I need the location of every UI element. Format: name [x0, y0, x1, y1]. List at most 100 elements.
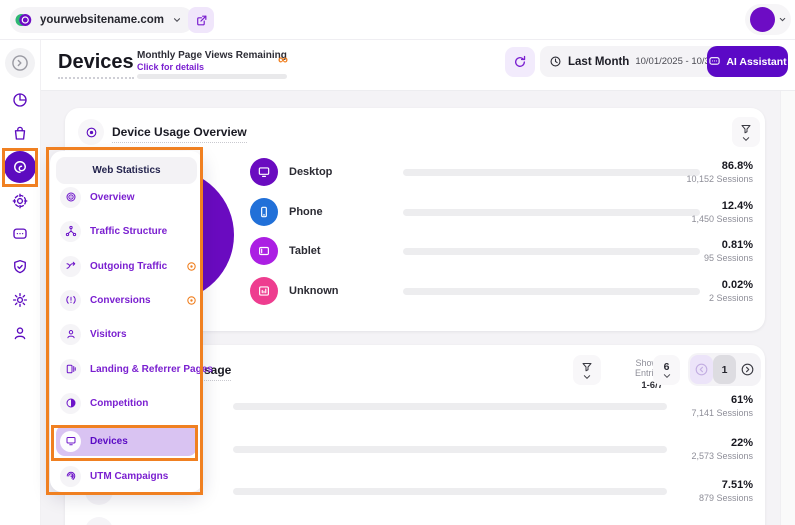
gear-icon — [11, 291, 29, 309]
web-statistics-menu: Web Statistics Overview Traffic Structur… — [50, 151, 203, 492]
device-usage-card-icon — [78, 119, 104, 145]
sidebar-item-messages[interactable] — [5, 219, 35, 249]
target-icon — [11, 192, 29, 210]
device-pct: 0.02% — [709, 279, 753, 291]
device-usage-filter-button[interactable] — [732, 117, 760, 147]
device-stats: 12.4% 1,450 Sessions — [691, 200, 753, 224]
pagination-current-page[interactable]: 1 — [713, 355, 736, 384]
arrow-left-circle-icon — [694, 362, 709, 377]
usage-row: 4.97% — [65, 514, 765, 525]
page-size-selector[interactable]: 6 — [653, 355, 680, 385]
device-pct: 86.8% — [686, 160, 753, 172]
menu-header: Web Statistics — [56, 157, 197, 184]
device-label: Tablet — [289, 245, 321, 257]
chat-bubble-icon — [708, 55, 721, 68]
device-label: Unknown — [289, 285, 339, 297]
sidebar-item-web-statistics[interactable] — [4, 151, 36, 183]
right-edge-panel — [780, 91, 795, 525]
clock-icon — [549, 55, 562, 68]
usage-pct: 61% — [691, 394, 753, 406]
device-sessions: 10,152 Sessions — [686, 174, 753, 184]
usage-sessions: 879 Sessions — [699, 493, 753, 503]
site-selector[interactable]: yourwebsitename.com — [10, 7, 194, 33]
web-statistics-swirl-icon — [11, 158, 29, 176]
page-views-details-link[interactable]: Click for details — [137, 62, 204, 72]
utm-campaigns-icon — [60, 466, 81, 487]
open-site-button[interactable] — [188, 7, 214, 33]
outgoing-traffic-icon — [60, 256, 81, 277]
menu-item-utm-campaigns[interactable]: UTM Campaigns — [60, 462, 168, 490]
outgoing-traffic-badge-icon — [186, 261, 197, 272]
usage-sessions: 2,573 Sessions — [691, 451, 753, 461]
refresh-button[interactable] — [505, 47, 535, 77]
chevron-down-icon — [172, 15, 182, 25]
topbar: yourwebsitename.com — [0, 0, 795, 40]
competition-icon — [60, 393, 81, 414]
usage-pct: 22% — [691, 437, 753, 449]
device-sessions: 1,450 Sessions — [691, 214, 753, 224]
chevron-down-icon — [742, 136, 750, 142]
device-pct: 12.4% — [691, 200, 753, 212]
overview-icon — [60, 187, 81, 208]
menu-item-overview[interactable]: Overview — [60, 183, 134, 211]
chevron-down-icon — [583, 374, 591, 380]
menu-item-devices[interactable]: Devices — [60, 427, 128, 455]
menu-item-visitors[interactable]: Visitors — [60, 320, 127, 348]
donut-chart-icon — [85, 126, 98, 139]
menu-item-outgoing-traffic[interactable]: Outgoing Traffic — [60, 252, 167, 280]
conversions-badge-icon — [186, 295, 197, 306]
conversions-icon — [60, 290, 81, 311]
circle-arrow-icon — [10, 53, 30, 73]
user-menu[interactable] — [745, 4, 791, 35]
icon-sidebar — [0, 40, 41, 525]
shield-check-icon — [11, 258, 29, 276]
tablet-icon — [250, 237, 278, 265]
unknown-device-icon — [250, 277, 278, 305]
usage-stats: 22% 2,573 Sessions — [691, 437, 753, 461]
page-views-value: ∞ — [278, 51, 288, 67]
period-label: Last Month — [568, 56, 629, 68]
device-stats: 0.81% 95 Sessions — [704, 239, 753, 263]
usage-pct: 7.51% — [699, 479, 753, 491]
device-label: Desktop — [289, 166, 332, 178]
menu-item-landing-referrer-pages[interactable]: Landing & Referrer Pages — [60, 355, 213, 383]
sidebar-item-settings[interactable] — [5, 285, 35, 315]
pagination-next-button[interactable] — [736, 355, 759, 384]
visitors-icon — [60, 324, 81, 345]
menu-item-traffic-structure[interactable]: Traffic Structure — [60, 217, 167, 245]
phone-icon — [250, 198, 278, 226]
usage-stats: 7.51% 879 Sessions — [699, 479, 753, 503]
traffic-structure-icon — [60, 221, 81, 242]
pie-chart-icon — [11, 91, 29, 109]
chevron-down-icon — [778, 15, 787, 24]
device-bar — [403, 288, 700, 295]
menu-item-competition[interactable]: Competition — [60, 389, 148, 417]
page-title: Devices — [58, 51, 134, 79]
page-size-value: 6 — [664, 361, 670, 373]
arrow-right-circle-icon — [740, 362, 755, 377]
sidebar-item-account[interactable] — [5, 318, 35, 348]
device-usage-title: Device Usage Overview — [112, 125, 247, 143]
sidebar-expand-button[interactable] — [5, 48, 35, 78]
person-icon — [11, 324, 29, 342]
pagination-prev-button[interactable] — [690, 355, 713, 384]
usage-bar — [233, 446, 667, 453]
app-root: yourwebsitename.com — [0, 0, 795, 525]
usage-sessions: 7,141 Sessions — [691, 408, 753, 418]
page-views-progressbar — [137, 74, 287, 79]
device-bar — [403, 248, 700, 255]
sidebar-item-analytics[interactable] — [5, 85, 35, 115]
sidebar-item-store[interactable] — [5, 118, 35, 148]
devices-icon — [60, 431, 81, 452]
chat-icon — [11, 225, 29, 243]
ai-assistant-button[interactable]: AI Assistant — [707, 46, 788, 77]
usage-table-filter-button[interactable] — [573, 355, 601, 385]
sidebar-item-targeting[interactable] — [5, 186, 35, 216]
device-pct: 0.81% — [704, 239, 753, 251]
device-bar — [403, 169, 700, 176]
menu-item-conversions[interactable]: Conversions — [60, 286, 151, 314]
sidebar-item-security[interactable] — [5, 252, 35, 282]
device-sessions: 2 Sessions — [709, 293, 753, 303]
funnel-icon — [581, 361, 593, 373]
bag-icon — [11, 124, 29, 142]
